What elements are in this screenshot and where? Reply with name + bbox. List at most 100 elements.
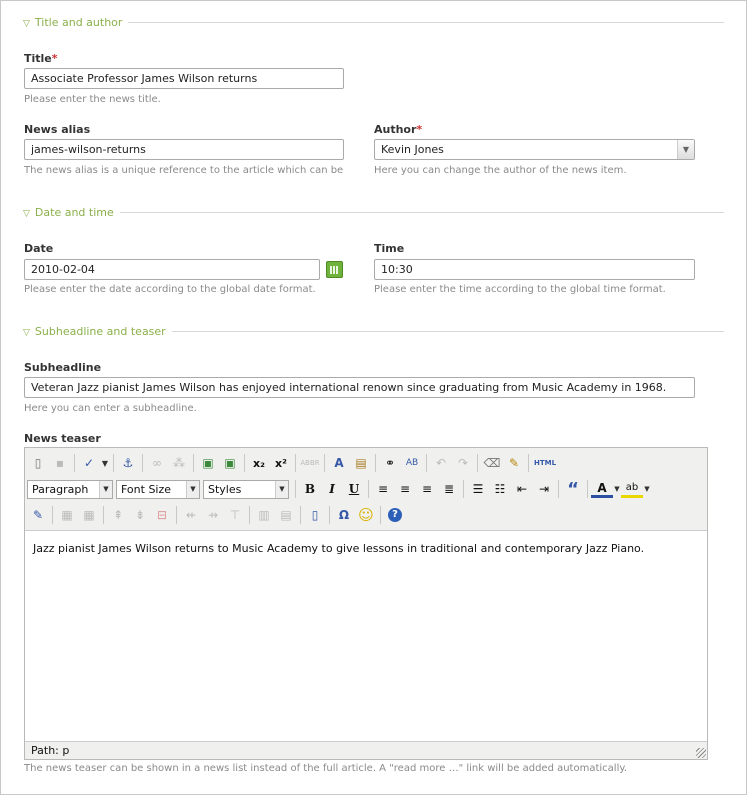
- anchor-icon[interactable]: ⚓: [117, 453, 139, 473]
- subheadline-help: Here you can enter a subheadline.: [24, 403, 197, 414]
- replace-icon[interactable]: AB: [401, 453, 423, 473]
- character-style-icon[interactable]: A: [328, 453, 350, 473]
- delete-row-icon[interactable]: ⊟: [151, 505, 173, 525]
- alias-label: News alias: [24, 123, 91, 136]
- styles-select-value: Styles: [208, 482, 242, 496]
- chevron-down-icon[interactable]: ▼: [613, 479, 621, 499]
- toolbar-separator: [295, 480, 296, 498]
- split-cells-icon[interactable]: ▥: [253, 505, 275, 525]
- bullet-list-icon[interactable]: ☰: [467, 479, 489, 499]
- redo-icon[interactable]: ↷: [452, 453, 474, 473]
- teaser-label: News teaser: [24, 432, 101, 445]
- new-document-icon[interactable]: ▯: [27, 453, 49, 473]
- author-select-value: Kevin Jones: [381, 143, 444, 156]
- toolbar-separator: [368, 480, 369, 498]
- format-select[interactable]: Paragraph ▼: [27, 479, 113, 499]
- editor-status-path: Path: p: [25, 741, 707, 759]
- special-char-icon[interactable]: Ω: [333, 505, 355, 525]
- time-help: Please enter the time according to the g…: [374, 284, 666, 295]
- align-justify-icon[interactable]: ≣: [438, 479, 460, 499]
- unlink-icon[interactable]: ⁂: [168, 453, 190, 473]
- calendar-icon[interactable]: [326, 261, 343, 278]
- outdent-icon[interactable]: ⇤: [511, 479, 533, 499]
- author-select[interactable]: Kevin Jones ▼: [374, 139, 695, 160]
- toolbar-separator: [558, 480, 559, 498]
- cleanup-brush-icon[interactable]: ✎: [503, 453, 525, 473]
- subscript-icon[interactable]: x₂: [248, 453, 270, 473]
- toolbar-separator: [52, 506, 53, 524]
- toolbar-separator: [477, 454, 478, 472]
- link-icon[interactable]: ∞: [146, 453, 168, 473]
- insert-col-before-icon[interactable]: ⇷: [180, 505, 202, 525]
- underline-button[interactable]: U: [343, 479, 365, 499]
- toolbar-separator: [295, 454, 296, 472]
- delete-col-icon[interactable]: ⊤: [224, 505, 246, 525]
- chevron-down-icon[interactable]: ▼: [643, 479, 651, 499]
- help-icon[interactable]: ?: [384, 505, 406, 525]
- teaser-help: The news teaser can be shown in a news l…: [24, 763, 628, 774]
- toolbar-separator: [74, 454, 75, 472]
- insert-row-after-icon[interactable]: ⇟: [129, 505, 151, 525]
- date-input[interactable]: [24, 259, 320, 280]
- save-icon[interactable]: ▪: [49, 453, 71, 473]
- italic-button[interactable]: I: [321, 479, 343, 499]
- alias-help: The news alias is a unique reference to …: [24, 165, 344, 176]
- title-input[interactable]: [24, 68, 344, 89]
- find-icon[interactable]: ⚭: [379, 453, 401, 473]
- author-help: Here you can change the author of the ne…: [374, 165, 627, 176]
- toolbar-separator: [329, 506, 330, 524]
- abbreviation-icon[interactable]: ABBR: [299, 453, 321, 473]
- collapse-triangle-icon: ▽: [23, 19, 30, 29]
- collapse-triangle-icon: ▽: [23, 209, 30, 219]
- template-icon[interactable]: ▤: [350, 453, 372, 473]
- html-source-button[interactable]: HTML: [532, 453, 558, 473]
- dropdown-arrow-icon: ▼: [275, 480, 288, 498]
- emoticon-icon[interactable]: ☺: [355, 505, 377, 525]
- spellcheck-icon[interactable]: ✓: [78, 453, 100, 473]
- insert-layer-icon[interactable]: ▯: [304, 505, 326, 525]
- chevron-down-icon[interactable]: ▼: [100, 453, 110, 473]
- section-toggle-subheadline-teaser[interactable]: ▽ Subheadline and teaser: [23, 325, 172, 338]
- blockquote-icon[interactable]: “: [562, 479, 584, 500]
- align-center-icon[interactable]: ≡: [394, 479, 416, 499]
- toolbar-row-3: ✎ ▦ ▦ ⇞ ⇟ ⊟ ⇷ ⇸ ⊤ ▥ ▤ ▯ Ω ☺ ?: [27, 503, 705, 527]
- dropdown-arrow-icon: ▼: [186, 480, 199, 498]
- align-left-icon[interactable]: ≡: [372, 479, 394, 499]
- time-input[interactable]: [374, 259, 695, 280]
- format-select-value: Paragraph: [32, 482, 89, 496]
- resize-handle-icon[interactable]: [696, 748, 706, 758]
- insert-row-before-icon[interactable]: ⇞: [107, 505, 129, 525]
- insert-col-after-icon[interactable]: ⇸: [202, 505, 224, 525]
- toolbar-row-2: Paragraph ▼ Font Size ▼ Styles ▼ B I U ≡ ≡ …: [27, 477, 705, 501]
- font-size-select[interactable]: Font Size ▼: [116, 479, 200, 499]
- section-toggle-date-time[interactable]: ▽ Date and time: [23, 206, 120, 219]
- undo-icon[interactable]: ↶: [430, 453, 452, 473]
- required-marker: *: [51, 52, 58, 65]
- merge-cells-icon[interactable]: ▤: [275, 505, 297, 525]
- author-label: Author*: [374, 123, 422, 136]
- superscript-icon[interactable]: x²: [270, 453, 292, 473]
- highlight-color-icon[interactable]: ab: [621, 481, 643, 498]
- toolbar-separator: [176, 506, 177, 524]
- subheadline-input[interactable]: [24, 377, 695, 398]
- table-cell-props-icon[interactable]: ▦: [78, 505, 100, 525]
- title-label: Title*: [24, 52, 58, 65]
- font-color-icon[interactable]: A: [591, 481, 613, 498]
- insert-image-icon[interactable]: ▣: [219, 453, 241, 473]
- edit-table-icon[interactable]: ✎: [27, 505, 49, 525]
- align-right-icon[interactable]: ≡: [416, 479, 438, 499]
- table-row-props-icon[interactable]: ▦: [56, 505, 78, 525]
- indent-icon[interactable]: ⇥: [533, 479, 555, 499]
- toolbar-separator: [426, 454, 427, 472]
- numbered-list-icon[interactable]: ☷: [489, 479, 511, 499]
- image-icon[interactable]: ▣: [197, 453, 219, 473]
- styles-select[interactable]: Styles ▼: [203, 479, 289, 499]
- collapse-triangle-icon: ▽: [23, 328, 30, 338]
- toolbar-separator: [244, 454, 245, 472]
- editor-content[interactable]: Jazz pianist James Wilson returns to Mus…: [33, 542, 699, 555]
- bold-button[interactable]: B: [299, 479, 321, 499]
- eraser-icon[interactable]: ⌫: [481, 453, 503, 473]
- section-toggle-title-author[interactable]: ▽ Title and author: [23, 16, 129, 29]
- dropdown-arrow-icon[interactable]: ▼: [677, 140, 694, 159]
- alias-input[interactable]: [24, 139, 344, 160]
